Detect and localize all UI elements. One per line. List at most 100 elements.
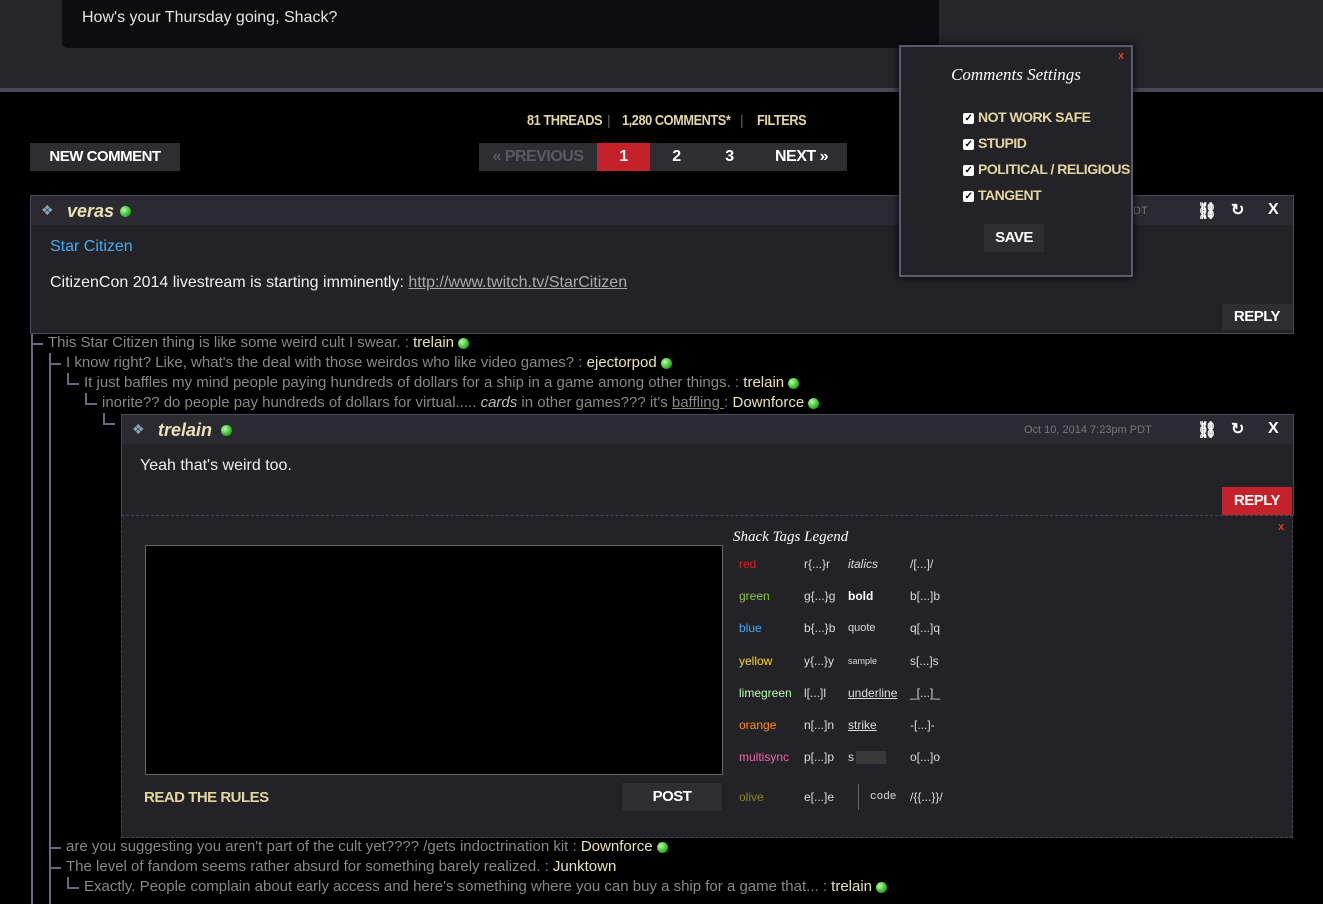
legend-color-name: multisync <box>739 750 790 764</box>
thread-reply[interactable]: inorite?? do people pay hundreds of doll… <box>102 394 820 412</box>
legend-spoiler-label: s <box>848 750 854 764</box>
legend-color-tag: l[...]l <box>804 686 827 700</box>
threads-count[interactable]: 81 THREADS <box>527 112 603 129</box>
legend-color-tag: n[...]n <box>804 718 835 732</box>
online-status-icon <box>656 841 668 853</box>
refresh-icon[interactable]: ↻ <box>1231 200 1244 220</box>
reply-author[interactable]: ejectorpod <box>587 354 657 371</box>
tree-branch <box>49 847 61 849</box>
read-rules-link[interactable]: READ THE RULES <box>144 789 269 806</box>
tree-branch <box>31 343 43 345</box>
previous-page-button[interactable]: « PREVIOUS <box>479 143 597 171</box>
stats-separator: | <box>740 112 744 128</box>
reply-author[interactable]: trelain <box>831 878 872 895</box>
legend-style-name: s <box>848 750 886 765</box>
post-body: CitizenCon 2014 livestream is starting i… <box>50 274 627 292</box>
reply-composer: x READ THE RULES POST Shack Tags Legend … <box>121 515 1293 838</box>
tree-branch <box>67 887 79 889</box>
checkbox-checked-icon[interactable]: ✓ <box>963 190 974 202</box>
next-page-button[interactable]: NEXT » <box>756 143 847 171</box>
page-2-button[interactable]: 2 <box>650 143 703 171</box>
cube-icon: ❖ <box>41 202 54 218</box>
filter-nws-checkbox[interactable]: ✓ NOT WORK SAFE <box>963 109 1091 125</box>
tree-branch <box>49 867 61 869</box>
permalink-icon[interactable]: ⛓ <box>1197 201 1217 221</box>
page-1-button[interactable]: 1 <box>597 143 650 171</box>
checkbox-label: POLITICAL / RELIGIOUS <box>978 161 1130 177</box>
filter-tangent-checkbox[interactable]: ✓ TANGENT <box>963 187 1042 203</box>
thread-reply[interactable]: Exactly. People complain about early acc… <box>84 878 888 896</box>
legend-color-name: limegreen <box>739 686 792 700</box>
post-link[interactable]: http://www.twitch.tv/StarCitizen <box>408 274 627 291</box>
checkbox-label: NOT WORK SAFE <box>978 109 1091 125</box>
new-comment-button[interactable]: NEW COMMENT <box>30 143 180 171</box>
tree-branch <box>85 403 97 405</box>
reply-author[interactable]: Downforce <box>732 394 804 411</box>
reply-author[interactable]: trelain <box>413 334 454 351</box>
settings-title: Comments Settings <box>951 65 1081 84</box>
online-status-icon <box>221 425 232 436</box>
thread-reply[interactable]: It just baffles my mind people paying hu… <box>84 374 800 392</box>
close-composer-icon[interactable]: x <box>1278 521 1284 533</box>
tree-branch <box>103 423 115 425</box>
reply-author[interactable]: Downforce <box>581 838 653 855</box>
filters-link[interactable]: FILTERS <box>757 112 807 129</box>
legend-style-tag: s[...]s <box>910 654 939 668</box>
reply-author[interactable]: Junktown <box>553 858 616 875</box>
thread-reply[interactable]: The level of fandom seems rather absurd … <box>66 858 616 876</box>
legend-color-name: olive <box>739 790 764 804</box>
checkbox-label: TANGENT <box>978 187 1042 203</box>
close-icon[interactable]: X <box>1268 420 1279 438</box>
filter-stupid-checkbox[interactable]: ✓ STUPID <box>963 135 1027 151</box>
save-settings-button[interactable]: SAVE <box>984 224 1044 252</box>
thread-reply[interactable]: This Star Citizen thing is like some wei… <box>48 334 470 352</box>
checkbox-checked-icon[interactable]: ✓ <box>963 138 974 150</box>
filter-political-checkbox[interactable]: ✓ POLITICAL / RELIGIOUS <box>963 161 1130 177</box>
permalink-icon[interactable]: ⛓ <box>1197 420 1217 440</box>
thread-reply[interactable]: I know right? Like, what's the deal with… <box>66 354 672 372</box>
reply-author[interactable]: trelain <box>743 374 784 391</box>
checkbox-checked-icon[interactable]: ✓ <box>963 164 974 176</box>
post-date: DT <box>1133 205 1148 217</box>
post-category[interactable]: Star Citizen <box>50 238 133 256</box>
post-author[interactable]: trelain <box>158 420 212 441</box>
tree-branch <box>31 334 33 904</box>
refresh-icon[interactable]: ↻ <box>1231 419 1244 439</box>
reply-preview: inorite?? do people pay hundreds of doll… <box>102 394 481 411</box>
checkbox-checked-icon[interactable]: ✓ <box>963 112 974 124</box>
legend-style-name: strike <box>848 718 877 732</box>
reply-preview: The level of fandom seems rather absurd … <box>66 858 553 875</box>
online-status-icon <box>458 337 470 349</box>
stats-separator: | <box>607 112 611 128</box>
close-settings-icon[interactable]: x <box>1118 50 1124 62</box>
legend-color-tag: b{...}b <box>804 621 836 635</box>
online-status-icon <box>876 881 888 893</box>
tree-branch <box>67 383 79 385</box>
post-author[interactable]: veras <box>67 201 114 222</box>
page-3-button[interactable]: 3 <box>703 143 756 171</box>
close-icon[interactable]: X <box>1268 201 1279 219</box>
post-button[interactable]: POST <box>622 783 722 811</box>
legend-color-tag: y{...}y <box>804 654 835 668</box>
reply-button[interactable]: REPLY <box>1222 304 1292 330</box>
comments-count[interactable]: 1,280 COMMENTS* <box>622 112 731 129</box>
thread-reply[interactable]: are you suggesting you aren't part of th… <box>66 838 668 856</box>
tree-branch <box>49 363 61 365</box>
cube-icon: ❖ <box>132 421 145 437</box>
reply-textarea[interactable] <box>145 545 723 775</box>
legend-style-tag: /[...]/ <box>910 557 934 571</box>
legend-style-tag: -[...]- <box>910 718 935 732</box>
legend-style-tag: /{{...}}/ <box>910 790 943 804</box>
legend-color-tag: g{...}g <box>804 589 836 603</box>
comments-settings-popup: x Comments Settings ✓ NOT WORK SAFE ✓ STUP… <box>899 45 1133 277</box>
reply-preview-underline: baffling <box>671 394 725 411</box>
legend-style-name: italics <box>848 557 879 571</box>
legend-color-name: blue <box>739 621 762 635</box>
legend-style-name: underline <box>848 686 898 700</box>
reply-preview: Exactly. People complain about early acc… <box>84 878 832 895</box>
legend-style-tag: _[...]_ <box>910 686 941 700</box>
reply-button[interactable]: REPLY <box>1222 487 1292 515</box>
legend-style-name: quote <box>848 622 876 634</box>
post-body: Yeah that's weird too. <box>140 457 292 474</box>
legend-style-name: bold <box>848 589 874 603</box>
